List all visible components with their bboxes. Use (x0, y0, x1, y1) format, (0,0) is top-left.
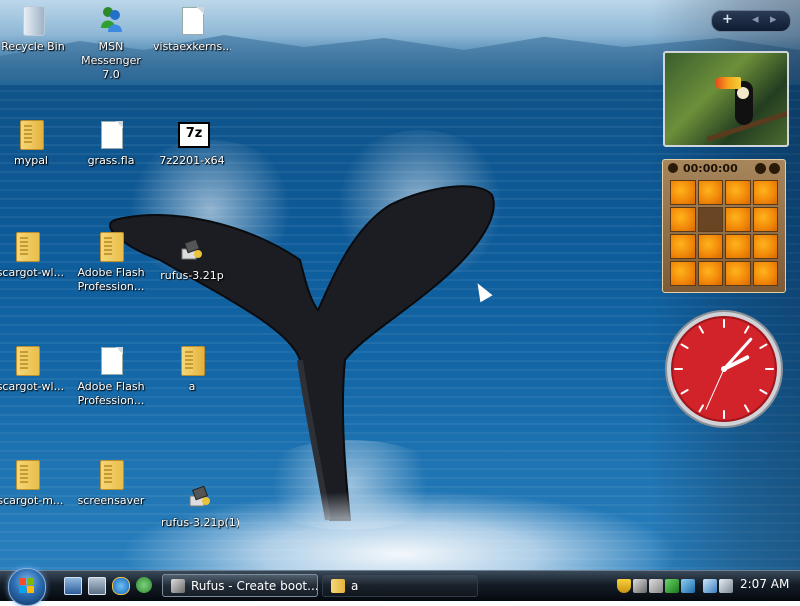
zip-folder-icon (11, 458, 43, 490)
taskbar-button-label: a (351, 579, 359, 593)
taskbar-clock[interactable]: 2:07 AM (740, 577, 789, 591)
puzzle-tile[interactable] (725, 180, 751, 205)
puzzle-tile[interactable] (670, 234, 696, 259)
icon-label: a (188, 380, 196, 393)
desktop-icon-adobe-flash-2[interactable]: Adobe Flash Profession... (72, 344, 150, 408)
icon-label: 7z2201-x64 (159, 154, 225, 167)
previous-page-button[interactable]: ◂ (752, 12, 759, 27)
slideshow-gadget[interactable] (663, 51, 789, 147)
icon-label: escargot-wl... (0, 380, 65, 393)
icon-label: mypal (13, 154, 48, 167)
next-page-button[interactable]: ▸ (770, 12, 777, 27)
desktop[interactable]: Recycle Bin MSN Messenger 7.0 vistaexker… (0, 0, 800, 570)
icon-label: escargot-m... (0, 494, 64, 507)
document-icon (176, 4, 208, 36)
volume-muted-icon[interactable] (719, 579, 733, 593)
taskbar: Rufus - Create boot... a 2:07 AM (0, 568, 800, 606)
zip-folder-icon (95, 458, 127, 490)
rufus-icon (184, 480, 216, 512)
desktop-icon-rufus[interactable]: rufus-3.21p (153, 233, 231, 283)
document-icon (95, 344, 127, 376)
icon-label: escargot-wl... (0, 266, 65, 279)
puzzle-tile[interactable] (697, 234, 723, 259)
folder-icon (176, 344, 208, 376)
internet-explorer-icon[interactable] (112, 577, 130, 595)
desktop-icon-7zip[interactable]: 7z 7z2201-x64 (153, 118, 231, 168)
start-button[interactable] (8, 568, 46, 606)
puzzle-tile[interactable] (670, 207, 696, 232)
puzzle-tile[interactable] (670, 180, 696, 205)
desktop-icon-mypal[interactable]: mypal (0, 118, 70, 168)
network-icon[interactable] (703, 579, 717, 593)
tray-app-icon[interactable] (633, 579, 647, 593)
icon-label: grass.fla (87, 154, 135, 167)
desktop-icon-escargot-wl-2[interactable]: escargot-wl... (0, 344, 66, 394)
puzzle-tile[interactable] (752, 180, 778, 205)
puzzle-timer: 00:00:00 (683, 162, 738, 175)
desktop-icon-recycle-bin[interactable]: Recycle Bin (0, 4, 72, 54)
rufus-icon (176, 233, 208, 265)
puzzle-tile[interactable] (752, 261, 778, 286)
sidebar-controls: + ◂ ▸ (711, 10, 791, 32)
icon-label: rufus-3.21p(1) (161, 516, 239, 529)
desktop-icon-vistaexkerns[interactable]: vistaexkerns... (153, 4, 231, 54)
timer-icon (668, 163, 678, 173)
switch-windows-icon[interactable] (88, 577, 106, 595)
icon-label: screensaver (77, 494, 145, 507)
windows-logo-icon (19, 578, 35, 594)
puzzle-tile[interactable] (752, 207, 778, 232)
puzzle-tile[interactable] (697, 180, 723, 205)
icon-label: rufus-3.21p (160, 269, 224, 282)
shuffle-icon[interactable] (769, 163, 780, 174)
taskbar-button-rufus[interactable]: Rufus - Create boot... (162, 574, 318, 597)
puzzle-tile[interactable] (697, 261, 723, 286)
show-desktop-icon[interactable] (64, 577, 82, 595)
rufus-icon (171, 579, 185, 593)
tray-app-icon[interactable] (681, 579, 695, 593)
recycle-bin-icon (17, 4, 49, 36)
msn-messenger-icon (95, 4, 127, 36)
icon-label: MSN Messenger 7.0 (81, 40, 141, 81)
puzzle-grid[interactable] (670, 180, 778, 286)
slideshow-toucan-beak (715, 77, 741, 89)
desktop-icon-screensaver[interactable]: screensaver (72, 458, 150, 508)
tray-app-icon[interactable] (649, 579, 663, 593)
security-shield-icon[interactable] (617, 579, 631, 593)
document-icon (95, 118, 127, 150)
puzzle-tile[interactable] (725, 207, 751, 232)
7zip-icon: 7z (176, 118, 210, 150)
folder-icon (331, 579, 345, 593)
zip-folder-icon (11, 344, 43, 376)
desktop-icon-rufus-1[interactable]: rufus-3.21p(1) (161, 480, 239, 530)
desktop-icon-escargot-wl-1[interactable]: escargot-wl... (0, 230, 66, 280)
icon-label: Adobe Flash Profession... (77, 266, 145, 293)
desktop-icon-grass-fla[interactable]: grass.fla (72, 118, 150, 168)
folder-icon (95, 230, 127, 262)
zip-folder-icon (11, 230, 43, 262)
msn-quicklaunch-icon[interactable] (136, 577, 152, 593)
puzzle-tile[interactable] (725, 261, 751, 286)
puzzle-tile[interactable] (725, 234, 751, 259)
puzzle-empty-slot (697, 207, 723, 232)
help-icon[interactable] (755, 163, 766, 174)
tray-app-icon[interactable] (665, 579, 679, 593)
desktop-icon-folder-a[interactable]: a (153, 344, 231, 394)
picture-puzzle-gadget[interactable]: 00:00:00 (662, 159, 786, 293)
desktop-icon-escargot-m[interactable]: escargot-m... (0, 458, 66, 508)
folder-icon (15, 118, 47, 150)
puzzle-tile[interactable] (670, 261, 696, 286)
clock-gadget[interactable] (663, 308, 785, 430)
taskbar-button-label: Rufus - Create boot... (191, 579, 318, 593)
puzzle-tile[interactable] (752, 234, 778, 259)
desktop-icon-msn-messenger[interactable]: MSN Messenger 7.0 (72, 4, 150, 82)
desktop-icon-adobe-flash-1[interactable]: Adobe Flash Profession... (72, 230, 150, 294)
puzzle-header: 00:00:00 (663, 160, 785, 178)
add-gadget-button[interactable]: + (722, 12, 733, 27)
icon-label: Recycle Bin (1, 40, 65, 53)
taskbar-button-folder-a[interactable]: a (322, 574, 478, 597)
icon-label: vistaexkerns... (153, 40, 231, 53)
icon-label: Adobe Flash Profession... (77, 380, 145, 407)
